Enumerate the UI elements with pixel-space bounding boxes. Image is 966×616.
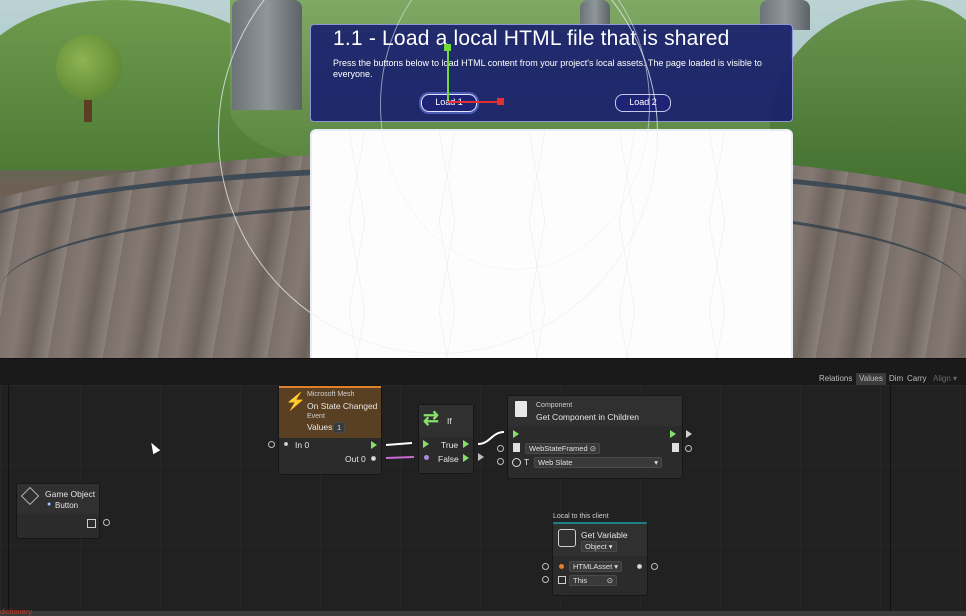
if-false-external-arrow[interactable] [478, 453, 484, 461]
carry-toggle[interactable]: Carry [904, 373, 930, 385]
game-object-header: Game Object ● Button [17, 484, 99, 514]
component-type-port-outer[interactable] [497, 458, 504, 465]
get-variable-output-port[interactable] [651, 563, 658, 570]
if-node-header: ⇄ If [419, 405, 473, 437]
document-icon [515, 401, 527, 417]
component-category: Component [536, 402, 573, 409]
get-variable-name-input[interactable] [542, 563, 549, 570]
in-port-dot[interactable] [284, 442, 288, 446]
game-object-output-port[interactable] [103, 519, 110, 526]
out-0-port[interactable] [371, 456, 376, 461]
true-label: True [441, 440, 459, 450]
flow-out-arrow[interactable] [371, 441, 377, 449]
get-variable-source-input[interactable] [542, 576, 549, 583]
event-node-subtitle: Event [307, 413, 325, 420]
graph-canvas[interactable] [0, 385, 966, 616]
variable-kind-dropdown[interactable]: Object ▾ [581, 541, 617, 552]
type-prefix: T [524, 457, 530, 467]
graph-footer [0, 611, 966, 616]
if-flow-in-arrow[interactable] [423, 440, 429, 448]
button-object-icon: ● [47, 501, 52, 508]
source-value: This [573, 576, 588, 585]
gizmo-y-axis[interactable] [447, 48, 449, 100]
if-node[interactable]: ⇄ If True False [418, 404, 474, 474]
type-value: Web Slate [538, 458, 573, 467]
values-label: Values [307, 422, 333, 432]
script-graph-panel: Relations Values Dim Carry Align ▾ [0, 358, 966, 616]
gizmo-x-handle[interactable] [497, 98, 504, 105]
app-root: 1.1 - Load a local HTML file that is sha… [0, 0, 966, 616]
game-object-value[interactable]: Button [55, 501, 78, 510]
result-doc-icon [672, 443, 679, 452]
source-cube-icon [558, 576, 566, 584]
false-out-arrow[interactable] [463, 454, 469, 462]
game-object-cube-port-icon [87, 519, 96, 528]
get-component-node[interactable]: Component Get Component in Children WebS… [507, 395, 683, 479]
chevron-down-icon: ▾ [654, 458, 658, 467]
condition-port[interactable] [424, 455, 429, 460]
graph-right-divider [890, 385, 891, 616]
component-external-flow-out[interactable] [686, 430, 692, 438]
out-0-label: Out 0 [345, 454, 366, 464]
get-variable-node[interactable]: Get Variable Object ▾ HTMLAsset ▾ This ⊙ [552, 522, 648, 596]
component-flow-out[interactable] [670, 430, 676, 438]
type-dropdown[interactable]: Web Slate ▾ [534, 457, 662, 468]
event-input-port[interactable] [268, 441, 275, 448]
scope-label: Local to this client [553, 513, 609, 520]
target-field[interactable]: WebStateFramed ⊙ [525, 443, 601, 454]
var-name-port-dot[interactable] [559, 564, 564, 569]
variable-icon [558, 529, 576, 547]
gizmo-x-axis[interactable] [448, 101, 500, 103]
relations-toggle[interactable]: Relations [816, 373, 855, 385]
variable-name-value: HTMLAsset [573, 562, 613, 571]
component-title: Get Component in Children [536, 412, 640, 422]
scene-viewport[interactable]: 1.1 - Load a local HTML file that is sha… [0, 0, 966, 358]
type-port[interactable] [512, 458, 521, 467]
lightning-icon: ⚡ [285, 392, 307, 411]
variable-name-dropdown[interactable]: HTMLAsset ▾ [569, 561, 623, 572]
values-toggle[interactable]: Values [856, 373, 886, 385]
if-title: If [447, 416, 452, 426]
in-0-label: In 0 [295, 440, 310, 450]
game-object-title: Game Object [45, 489, 96, 499]
gizmo-y-handle[interactable] [444, 44, 451, 51]
target-value: WebStateFramed [529, 444, 588, 453]
true-out-arrow[interactable] [463, 440, 469, 448]
component-node-header: Component Get Component in Children [508, 396, 682, 426]
target-picker-icon: ⊙ [606, 576, 613, 585]
get-variable-header: Get Variable Object ▾ [553, 524, 647, 556]
false-label: False [438, 454, 459, 464]
target-doc-icon [513, 443, 520, 452]
on-state-changed-node[interactable]: ⚡ Microsoft Mesh On State Changed Event … [278, 385, 382, 475]
tree-crown [56, 34, 122, 100]
event-node-header: ⚡ Microsoft Mesh On State Changed Event … [279, 386, 381, 438]
variable-value-port[interactable] [637, 564, 642, 569]
game-object-node[interactable]: Game Object ● Button [16, 483, 100, 539]
get-variable-title: Get Variable [581, 530, 628, 540]
component-target-port[interactable] [497, 445, 504, 452]
cube-icon [20, 486, 40, 506]
values-count-field[interactable]: 1 [333, 422, 346, 433]
event-node-category: Microsoft Mesh [307, 391, 355, 398]
graph-left-divider [8, 385, 9, 616]
graph-toolbar: Relations Values Dim Carry Align ▾ [0, 359, 966, 385]
component-result-port[interactable] [685, 445, 692, 452]
component-flow-in[interactable] [513, 430, 519, 438]
source-field[interactable]: This ⊙ [569, 575, 617, 586]
branch-icon: ⇄ [423, 408, 439, 429]
align-dropdown[interactable]: Align ▾ [930, 373, 960, 385]
event-node-title: On State Changed [307, 401, 378, 411]
status-text: dictionary [0, 607, 33, 616]
